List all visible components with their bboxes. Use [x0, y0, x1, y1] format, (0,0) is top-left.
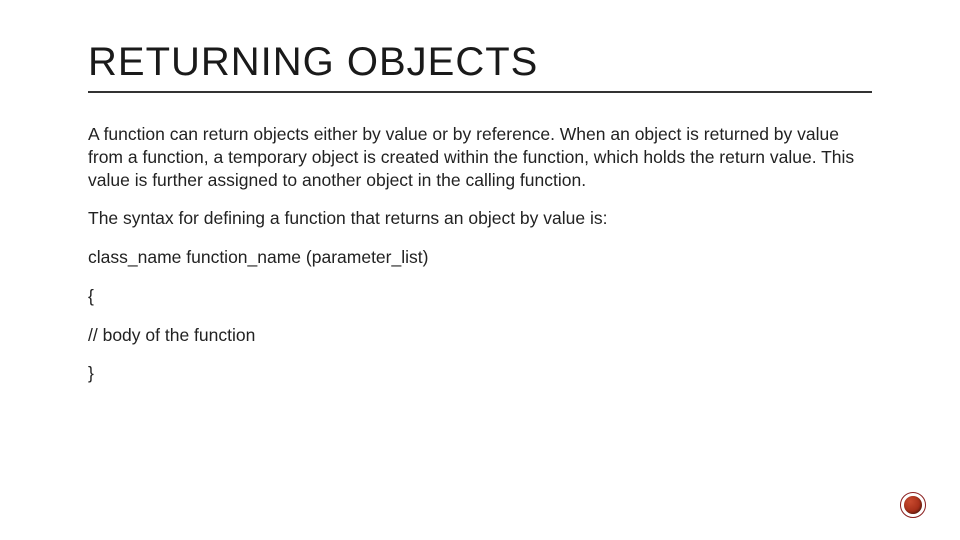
- syntax-body-comment: // body of the function: [88, 324, 872, 347]
- decorative-bullet-icon: [900, 492, 926, 518]
- title-underline: [88, 91, 872, 93]
- syntax-signature: class_name function_name (parameter_list…: [88, 246, 872, 269]
- syntax-close-brace: }: [88, 362, 872, 385]
- slide-title: RETURNING OBJECTS: [88, 40, 872, 85]
- slide-content: RETURNING OBJECTS A function can return …: [0, 0, 960, 385]
- paragraph-1: A function can return objects either by …: [88, 123, 872, 191]
- paragraph-2: The syntax for defining a function that …: [88, 207, 872, 230]
- syntax-open-brace: {: [88, 285, 872, 308]
- bullet-inner-sphere-icon: [904, 496, 922, 514]
